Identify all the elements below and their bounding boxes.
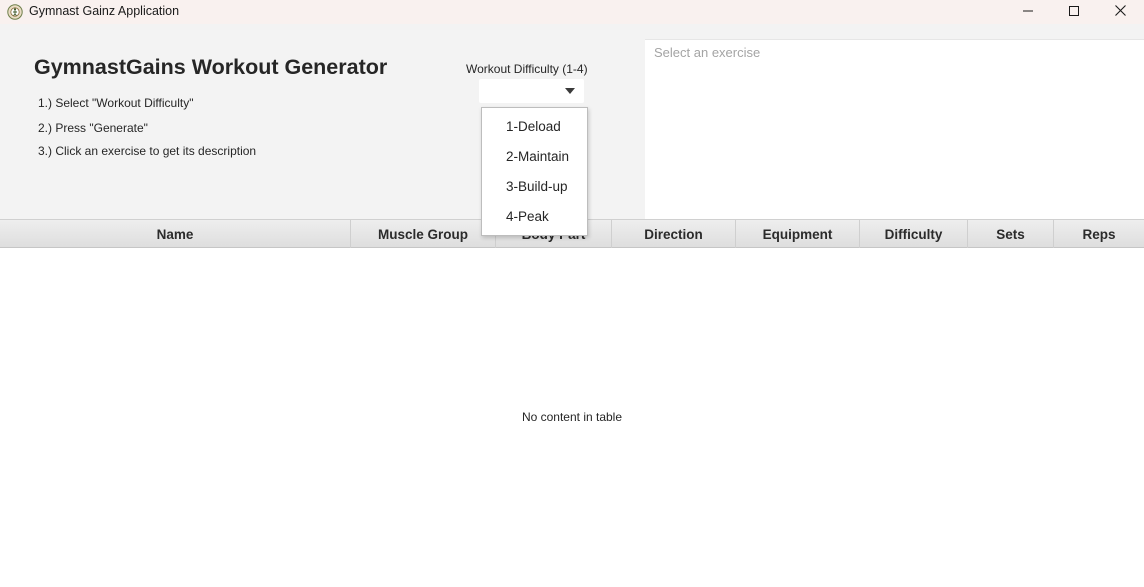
description-placeholder: Select an exercise xyxy=(654,45,761,60)
window-title: Gymnast Gainz Application xyxy=(29,4,180,18)
maximize-icon xyxy=(1069,3,1079,21)
difficulty-option-deload[interactable]: 1-Deload xyxy=(506,119,561,134)
instruction-step-1: 1.) Select "Workout Difficulty" xyxy=(38,96,194,110)
column-header-difficulty[interactable]: Difficulty xyxy=(860,220,968,248)
chevron-down-icon xyxy=(565,88,575,94)
empty-table-message: No content in table xyxy=(521,410,623,424)
difficulty-option-peak[interactable]: 4-Peak xyxy=(506,209,549,224)
maximize-button[interactable] xyxy=(1051,0,1097,24)
column-header-sets[interactable]: Sets xyxy=(968,220,1054,248)
column-header-name[interactable]: Name xyxy=(0,220,351,248)
column-header-direction[interactable]: Direction xyxy=(612,220,736,248)
instruction-step-2: 2.) Press "Generate" xyxy=(38,121,148,135)
column-header-reps[interactable]: Reps xyxy=(1054,220,1144,248)
instruction-step-3: 3.) Click an exercise to get its descrip… xyxy=(38,144,257,158)
difficulty-option-build-up[interactable]: 3-Build-up xyxy=(506,179,568,194)
column-header-equipment[interactable]: Equipment xyxy=(736,220,860,248)
title-bar: Gymnast Gainz Application xyxy=(0,0,1144,24)
minimize-button[interactable] xyxy=(1005,0,1051,24)
close-button[interactable] xyxy=(1097,0,1143,24)
close-icon xyxy=(1114,3,1126,21)
difficulty-label: Workout Difficulty (1-4) xyxy=(466,62,588,76)
minimize-icon xyxy=(1023,3,1033,21)
difficulty-select[interactable] xyxy=(479,79,584,103)
exercise-description-area[interactable]: Select an exercise xyxy=(645,39,1144,219)
gymnast-app-icon xyxy=(7,4,23,20)
difficulty-option-maintain[interactable]: 2-Maintain xyxy=(506,149,569,164)
exercise-table-body[interactable]: No content in table xyxy=(0,248,1144,587)
difficulty-dropdown-list: 1-Deload 2-Maintain 3-Build-up 4-Peak xyxy=(481,107,588,236)
column-header-muscle-group[interactable]: Muscle Group xyxy=(351,220,496,248)
page-title: GymnastGains Workout Generator xyxy=(34,55,388,79)
